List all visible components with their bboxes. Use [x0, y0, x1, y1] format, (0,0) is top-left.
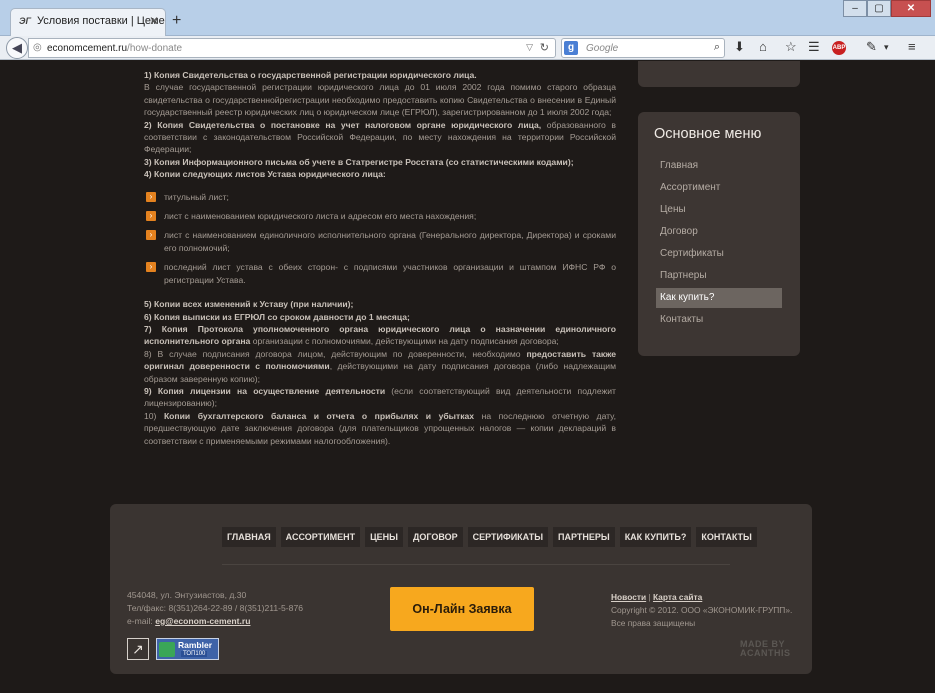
footer-nav-contacts[interactable]: КОНТАКТЫ	[696, 527, 757, 547]
site-favicon-icon: ЭГ	[19, 16, 31, 26]
minimize-button[interactable]: –	[843, 0, 867, 17]
back-button[interactable]: ◀	[6, 37, 28, 59]
adblock-icon[interactable]: ABP	[832, 41, 846, 55]
main-content: 1) Копия Свидетельства о государственной…	[144, 69, 616, 447]
counter-arrow-icon[interactable]: ↗	[127, 638, 149, 660]
made-by-logo[interactable]: MADE BY ACANTHIS	[740, 640, 791, 658]
sidebar-item-contacts[interactable]: Контакты	[656, 310, 782, 330]
p2-title: 2) Копия Свидетельства о постановке на у…	[144, 119, 542, 130]
close-window-button[interactable]: ✕	[891, 0, 931, 17]
bullet-list: › титульный лист; › лист с наименованием ю…	[144, 191, 616, 286]
paragraph-4: 4) Копии следующих листов Устава юридиче…	[144, 168, 616, 180]
close-tab-icon[interactable]: ✕	[149, 14, 159, 28]
google-icon[interactable]: g	[564, 41, 578, 55]
paragraph-5: 5) Копии всех изменений к Уставу (при на…	[144, 299, 354, 310]
bookmarks-list-icon[interactable]: ☰	[808, 39, 820, 55]
globe-icon: ◎	[33, 42, 42, 53]
online-order-button[interactable]: Он-Лайн Заявка	[390, 587, 534, 631]
copyright: Copyright © 2012. ООО «ЭКОНОМИК-ГРУПП».	[611, 605, 793, 615]
news-link[interactable]: Новости	[611, 592, 646, 602]
footer-nav-prices[interactable]: ЦЕНЫ	[365, 527, 403, 547]
footer-links: Новости | Карта сайта	[611, 592, 703, 602]
footer-address-block: 454048, ул. Энтузиастов, д.30 Тел/факс: …	[127, 589, 303, 628]
browser-navbar: ◀ ◎ economcement.ru/how-donate ▽ ↻ g Goo…	[0, 36, 935, 60]
rambler-subtitle: ТОП100	[181, 651, 208, 657]
sidebar-item-home[interactable]: Главная	[656, 156, 782, 176]
list-item: › лист с наименованием юридического листа…	[144, 210, 616, 222]
email-line: e-mail: eg@econom-cement.ru	[127, 616, 251, 626]
home-icon[interactable]: ⌂	[759, 39, 767, 54]
footer-divider	[222, 564, 730, 565]
bookmark-star-icon[interactable]: ☆	[785, 39, 797, 55]
list-item: › лист с наименованием единоличного испол…	[144, 229, 616, 254]
p1-title: 1) Копия Свидетельства о государственной…	[144, 70, 477, 80]
sidebar-item-partners[interactable]: Партнеры	[656, 266, 782, 286]
web-page: 1) Копия Свидетельства о государственной…	[0, 61, 935, 693]
address: 454048, ул. Энтузиастов, д.30	[127, 590, 247, 600]
sidebar-item-certificates[interactable]: Сертификаты	[656, 244, 782, 264]
p3-title: 3) Копия Информационного письма об учете…	[144, 156, 574, 167]
list-item: › последний лист устава с обеих сторон- с…	[144, 261, 616, 286]
window-controls: – ▢ ✕	[843, 0, 931, 18]
footer-nav-partners[interactable]: ПАРТНЕРЫ	[553, 527, 615, 547]
addon-dropdown-icon[interactable]: ▾	[884, 42, 889, 53]
tab-title: Условия поставки | Цемен...	[37, 15, 166, 27]
url-dropdown-icon[interactable]: ▽	[526, 42, 533, 53]
rights: Все права защищены	[611, 618, 696, 628]
url-path: /how-donate	[127, 43, 183, 54]
sidebar-item-how-to-buy[interactable]: Как купить?	[656, 288, 782, 308]
paragraph-7: 7) Копия Протокола уполномоченного орган…	[144, 323, 616, 347]
footer-nav-home[interactable]: ГЛАВНАЯ	[222, 527, 276, 547]
maximize-button[interactable]: ▢	[867, 0, 891, 17]
arrow-bullet-icon: ›	[146, 211, 156, 222]
reload-icon[interactable]: ↻	[540, 41, 549, 54]
rambler-logo-icon	[159, 642, 175, 657]
footer-nav-assortment[interactable]: АССОРТИМЕНТ	[280, 527, 361, 547]
email-link[interactable]: eg@econom-cement.ru	[155, 616, 250, 626]
paragraph-8: 8) В случае подписания договора лицом, д…	[144, 348, 616, 384]
footer-nav-certificates[interactable]: СЕРТИФИКАТЫ	[467, 527, 549, 547]
paragraph-3: 3) Копия Информационного письма об учете…	[144, 156, 616, 168]
url-domain: economcement.ru	[47, 43, 128, 54]
paragraph-2: 2) Копия Свидетельства о постановке на у…	[144, 119, 616, 156]
p4-title: 4) Копии следующих листов Устава юридиче…	[144, 169, 386, 180]
paragraph-6: 6) Копия выписки из ЕГРЮЛ со сроком давн…	[144, 311, 410, 322]
list-item: › титульный лист;	[144, 191, 616, 203]
sidebar-menu: Основное меню Главная Ассортимент Цены Д…	[638, 112, 800, 356]
new-tab-button[interactable]: +	[172, 12, 181, 30]
sidebar-item-contract[interactable]: Договор	[656, 222, 782, 242]
search-icon[interactable]: ⌕	[714, 41, 720, 54]
sidebar-item-prices[interactable]: Цены	[656, 200, 782, 220]
paragraph-1: 1) Копия Свидетельства о государственной…	[144, 69, 616, 81]
p1-text: В случае государственной регистрации юри…	[144, 82, 616, 118]
footer-right-info: Новости | Карта сайта Copyright © 2012. …	[611, 591, 792, 630]
sidebar-title: Основное меню	[654, 126, 762, 142]
sidebar-item-assortment[interactable]: Ассортимент	[656, 178, 782, 198]
sidebar-top-block	[638, 61, 800, 87]
menu-icon[interactable]: ≡	[908, 39, 916, 54]
addon-icon[interactable]: ✎	[866, 39, 877, 55]
footer-nav-contract[interactable]: ДОГОВОР	[407, 527, 463, 547]
footer-nav-how-to-buy[interactable]: КАК КУПИТЬ?	[619, 527, 692, 547]
footer: ГЛАВНАЯ АССОРТИМЕНТ ЦЕНЫ ДОГОВОР СЕРТИФИ…	[110, 504, 812, 674]
rambler-top100-badge[interactable]: Rambler ТОП100	[156, 638, 219, 660]
arrow-bullet-icon: ›	[146, 262, 156, 273]
arrow-bullet-icon: ›	[146, 230, 156, 241]
url-bar[interactable]: ◎ economcement.ru/how-donate ▽ ↻	[28, 38, 556, 58]
search-bar[interactable]: g Google ⌕	[561, 38, 725, 58]
phone: Тел/факс: 8(351)264-22-89 / 8(351)211-5-…	[127, 603, 304, 613]
browser-titlebar: ЭГ Условия поставки | Цемен... ✕ + – ▢ ✕	[0, 0, 935, 36]
footer-nav: ГЛАВНАЯ АССОРТИМЕНТ ЦЕНЫ ДОГОВОР СЕРТИФИ…	[222, 527, 762, 547]
paragraph-10: 10) Копии бухгалтерского баланса и отчет…	[144, 410, 617, 446]
sitemap-link[interactable]: Карта сайта	[653, 592, 702, 602]
paragraph-9: 9) Копия лицензии на осуществление деяте…	[144, 385, 616, 409]
browser-tab[interactable]: ЭГ Условия поставки | Цемен... ✕	[10, 8, 166, 36]
arrow-bullet-icon: ›	[146, 191, 156, 202]
rambler-title: Rambler	[178, 640, 213, 650]
search-placeholder: Google	[586, 43, 619, 54]
download-icon[interactable]: ⬇	[734, 39, 745, 55]
